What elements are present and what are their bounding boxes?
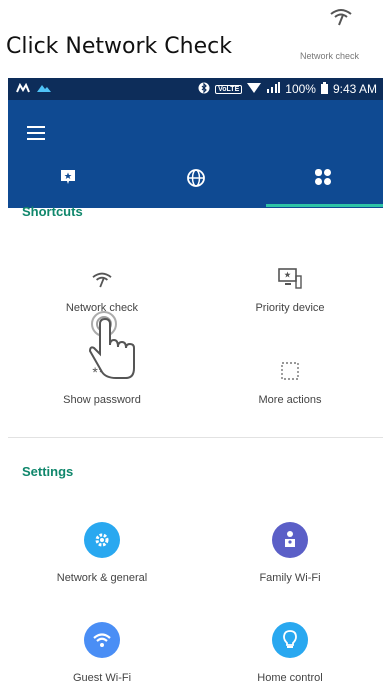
menu-icon[interactable] — [27, 126, 45, 144]
corner-network-check-label: Network check — [300, 51, 360, 61]
settings-section-title: Settings — [22, 464, 74, 479]
bluetooth-icon — [198, 82, 210, 97]
tab-internet[interactable] — [136, 168, 256, 193]
status-bar: VoLTE 100% 9:43 AM — [8, 78, 383, 100]
tab-selected-indicator — [266, 204, 383, 207]
section-divider — [8, 437, 383, 438]
battery-icon — [320, 81, 328, 97]
volte-badge: VoLTE — [215, 84, 243, 94]
shortcut-network-check[interactable]: Network check — [12, 268, 192, 314]
shortcut-label: More actions — [258, 394, 322, 406]
family-icon — [272, 522, 308, 558]
setting-guest-wifi[interactable]: Guest Wi-Fi — [12, 622, 192, 684]
more-actions-icon — [280, 361, 300, 384]
wifi-icon — [84, 622, 120, 658]
setting-family-wifi[interactable]: Family Wi-Fi — [200, 522, 380, 584]
mountain-icon — [36, 82, 52, 96]
shortcut-label: Show password — [63, 394, 141, 406]
wifi-signal-icon — [247, 82, 262, 96]
network-check-icon — [90, 270, 114, 291]
shortcut-label: Priority device — [255, 302, 325, 314]
instruction-caption: Click Network Check — [6, 34, 232, 59]
network-check-icon — [328, 6, 354, 31]
tab-devices[interactable] — [8, 168, 128, 191]
cell-signal-icon — [266, 82, 281, 96]
battery-percent: 100% — [285, 82, 316, 96]
setting-network-general[interactable]: Network & general — [12, 522, 192, 584]
globe-icon — [186, 168, 206, 193]
setting-label: Network & general — [56, 572, 148, 584]
shortcuts-section-title: Shortcuts — [22, 204, 83, 219]
shortcut-more-actions[interactable]: More actions — [200, 360, 380, 406]
tab-settings-grid[interactable] — [263, 168, 383, 191]
apps-grid-icon — [314, 168, 332, 191]
device-star-icon — [59, 168, 77, 191]
clock: 9:43 AM — [332, 82, 377, 96]
bulb-icon — [272, 622, 308, 658]
app-bar — [8, 100, 383, 208]
setting-home-control[interactable]: Home control — [200, 622, 380, 684]
gear-icon — [84, 522, 120, 558]
priority-device-icon — [277, 267, 303, 293]
setting-label: Family Wi-Fi — [259, 572, 321, 584]
app-logo-icon — [16, 82, 30, 96]
setting-label: Guest Wi-Fi — [72, 672, 132, 684]
setting-label: Home control — [257, 672, 323, 684]
shortcut-priority-device[interactable]: Priority device — [200, 267, 380, 314]
tap-hand-icon — [86, 310, 146, 387]
